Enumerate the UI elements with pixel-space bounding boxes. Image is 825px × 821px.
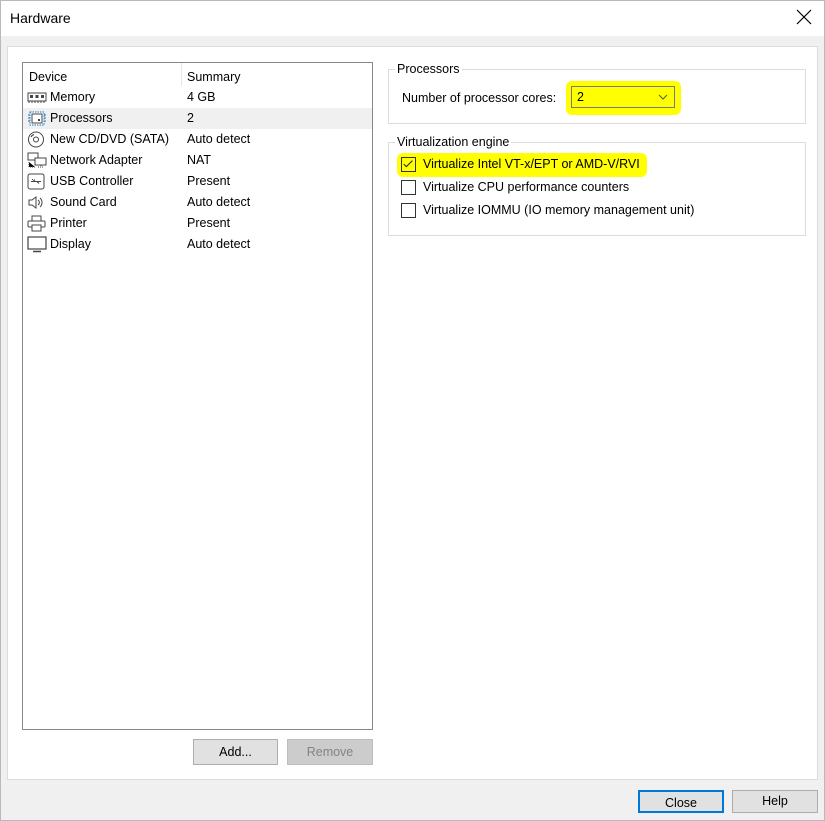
- device-row-printer[interactable]: Printer Present: [23, 213, 372, 234]
- processor-cores-value: 2: [577, 90, 584, 104]
- display-icon: [27, 236, 47, 253]
- printer-icon: [27, 215, 46, 232]
- iommu-checkbox[interactable]: [401, 203, 416, 218]
- add-device-button[interactable]: Add...: [193, 739, 278, 765]
- hardware-dialog: Hardware Device Summary Memory 4 GB Proc…: [0, 0, 825, 821]
- device-summary: Present: [187, 174, 231, 188]
- processors-group-label: Processors: [395, 62, 462, 76]
- device-row-processors[interactable]: Processors 2: [23, 108, 372, 129]
- device-name: Printer: [50, 216, 87, 230]
- virtualization-group: Virtualization engine Virtualize Intel V…: [388, 135, 806, 236]
- device-row-sound-card[interactable]: Sound Card Auto detect: [23, 192, 372, 213]
- processor-cores-select[interactable]: 2: [571, 86, 675, 108]
- cpu-counters-checkbox-row[interactable]: Virtualize CPU performance counters: [401, 178, 661, 198]
- device-name: Display: [50, 237, 91, 251]
- device-row-usb-controller[interactable]: USB Controller Present: [23, 171, 372, 192]
- title-bar: Hardware: [1, 1, 824, 36]
- device-summary: 2: [187, 111, 194, 125]
- iommu-checkbox-row[interactable]: Virtualize IOMMU (IO memory management u…: [401, 201, 711, 221]
- usb-icon: [27, 173, 45, 190]
- column-separator[interactable]: [181, 63, 182, 86]
- iommu-checkbox-label: Virtualize IOMMU (IO memory management u…: [423, 203, 695, 217]
- device-summary: Auto detect: [187, 132, 251, 146]
- processor-cores-label: Number of processor cores:: [402, 91, 557, 105]
- checkmark-icon: [403, 160, 413, 168]
- chevron-down-icon: [658, 94, 668, 100]
- device-summary: Present: [187, 216, 231, 230]
- processors-group: Processors Number of processor cores: 2: [388, 62, 806, 124]
- vtx-checkbox[interactable]: [401, 157, 416, 172]
- device-row-display[interactable]: Display Auto detect: [23, 234, 372, 255]
- device-summary: Auto detect: [187, 237, 251, 251]
- network-adapter-icon: [27, 152, 47, 168]
- device-list-header: Device Summary: [23, 63, 372, 88]
- remove-device-button[interactable]: Remove: [287, 739, 373, 765]
- device-row-memory[interactable]: Memory 4 GB: [23, 87, 372, 108]
- virtualization-group-label: Virtualization engine: [395, 135, 512, 149]
- device-name: Sound Card: [50, 195, 117, 209]
- processor-icon: [28, 111, 46, 126]
- device-row-network-adapter[interactable]: Network Adapter NAT: [23, 150, 372, 171]
- vtx-checkbox-label: Virtualize Intel VT-x/EPT or AMD-V/RVI: [423, 157, 640, 171]
- vtx-checkbox-row[interactable]: Virtualize Intel VT-x/EPT or AMD-V/RVI: [401, 155, 661, 175]
- device-summary: Auto detect: [187, 195, 251, 209]
- column-header-device[interactable]: Device: [29, 70, 67, 84]
- memory-icon: [27, 92, 47, 103]
- cpu-counters-checkbox[interactable]: [401, 180, 416, 195]
- device-summary: 4 GB: [187, 90, 216, 104]
- device-name: New CD/DVD (SATA): [50, 132, 169, 146]
- dialog-title: Hardware: [10, 10, 71, 26]
- device-row-cd-dvd[interactable]: New CD/DVD (SATA) Auto detect: [23, 129, 372, 150]
- device-summary: NAT: [187, 153, 212, 167]
- device-name: Processors: [50, 111, 113, 125]
- cd-dvd-icon: [28, 131, 44, 148]
- column-header-summary[interactable]: Summary: [187, 70, 240, 84]
- cpu-counters-checkbox-label: Virtualize CPU performance counters: [423, 180, 630, 194]
- help-button[interactable]: Help: [732, 790, 818, 813]
- device-name: USB Controller: [50, 174, 134, 188]
- close-button[interactable]: Close: [638, 790, 724, 813]
- device-name: Network Adapter: [50, 153, 143, 167]
- device-list: Device Summary Memory 4 GB Processors 2 …: [22, 62, 373, 730]
- speaker-icon: [28, 196, 43, 209]
- content-area: Device Summary Memory 4 GB Processors 2 …: [7, 46, 818, 780]
- close-icon[interactable]: [794, 7, 814, 27]
- device-name: Memory: [50, 90, 96, 104]
